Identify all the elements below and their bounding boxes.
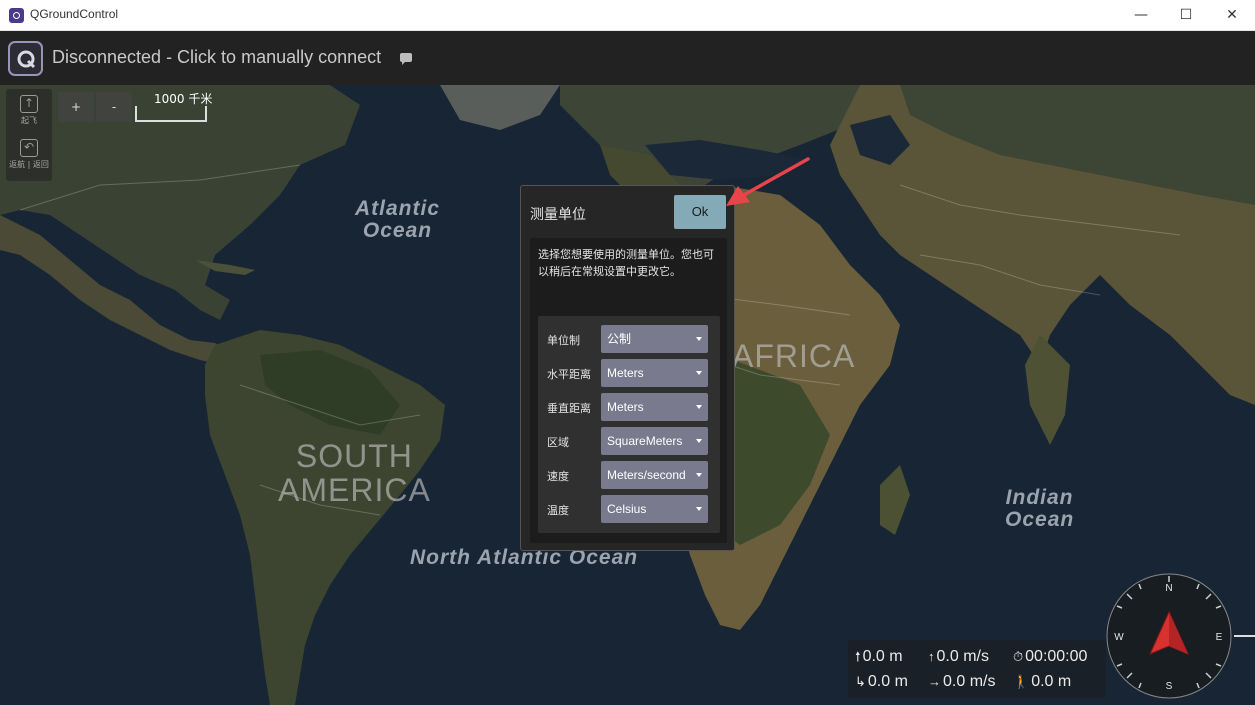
window-title: QGroundControl	[30, 7, 119, 21]
chevron-down-icon	[696, 439, 702, 443]
annotation-arrow-icon	[726, 157, 810, 206]
dialog-body: 选择您想要使用的测量单位。您也可以稍后在常规设置中更改它。 单位制 公制 水平距…	[530, 238, 727, 543]
horizontal-distance-select[interactable]: Meters	[601, 359, 708, 387]
close-button[interactable]: ✕	[1209, 0, 1255, 31]
map-scale-label: 1000 千米	[154, 92, 213, 106]
distance-readout: ↳ 0.0 m	[855, 673, 908, 690]
map-label-africa: AFRICA	[732, 338, 856, 374]
unit-label: 垂直距离	[547, 402, 591, 415]
unit-row-speed: 速度 Meters/second	[538, 460, 720, 490]
message-icon[interactable]	[400, 53, 412, 65]
unit-label: 速度	[547, 470, 569, 483]
unit-row-horizontal: 水平距离 Meters	[538, 358, 720, 388]
vertical-distance-select[interactable]: Meters	[601, 393, 708, 421]
dialog-title: 测量单位	[530, 207, 586, 223]
return-icon: ↶	[20, 139, 38, 157]
unit-label: 水平距离	[547, 368, 591, 381]
chevron-down-icon	[696, 473, 702, 477]
qgc-logo-icon[interactable]	[8, 41, 43, 76]
app-icon	[9, 8, 24, 23]
unit-row-vertical: 垂直距离 Meters	[538, 392, 720, 422]
unit-row-temperature: 温度 Celsius	[538, 494, 720, 524]
rtl-tool[interactable]: ↶ 返航 | 返回	[6, 139, 52, 170]
map-label-south-america: SOUTH AMERICA	[278, 438, 431, 508]
compass-e: E	[1216, 632, 1223, 643]
zoom-in-button[interactable]: +	[58, 92, 94, 122]
flight-time-readout: ⏱ 00:00:00	[1013, 648, 1088, 665]
rtl-label: 返航 | 返回	[9, 160, 49, 169]
takeoff-label: 起飞	[21, 116, 37, 125]
chevron-down-icon	[696, 337, 702, 341]
telemetry-panel: 🠕 0.0 m ↑ 0.0 m/s ⏱ 00:00:00 ↳ 0.0 m → 0.0 m/…	[848, 640, 1106, 698]
compass-w: W	[1114, 632, 1124, 643]
temperature-select[interactable]: Celsius	[601, 495, 708, 523]
unit-label: 温度	[547, 504, 569, 517]
minimize-button[interactable]: —	[1118, 0, 1164, 31]
window-titlebar: QGroundControl — ☐ ✕	[0, 0, 1255, 31]
ground-speed-icon: →	[928, 674, 941, 689]
units-dialog: 测量单位 Ok 选择您想要使用的测量单位。您也可以稍后在常规设置中更改它。 单位…	[520, 185, 735, 551]
unit-label: 单位制	[547, 334, 580, 347]
altitude-icon: 🠕	[855, 649, 861, 664]
map-label-indian: Indian Ocean	[1005, 486, 1075, 532]
distance-home-readout: 🚶 0.0 m	[1013, 673, 1072, 690]
timer-icon: ⏱	[1013, 649, 1024, 664]
vertical-speed-readout: ↑ 0.0 m/s	[928, 648, 989, 665]
main-toolbar: Disconnected - Click to manually connect	[0, 31, 1255, 85]
unit-row-area: 区域 SquareMeters	[538, 426, 720, 456]
zoom-out-button[interactable]: -	[96, 92, 132, 122]
compass-widget[interactable]: N E S W	[1105, 572, 1255, 700]
maximize-button[interactable]: ☐	[1163, 0, 1209, 31]
chevron-down-icon	[696, 405, 702, 409]
takeoff-icon: ↑	[20, 95, 38, 113]
map-scale-bar	[135, 106, 207, 122]
units-settings: 单位制 公制 水平距离 Meters 垂直距离 Meters 区域 Square…	[538, 316, 720, 533]
map-label-atlantic: Atlantic Ocean	[355, 197, 441, 243]
unit-label: 区域	[547, 436, 569, 449]
dialog-description: 选择您想要使用的测量单位。您也可以稍后在常规设置中更改它。	[538, 248, 714, 278]
takeoff-tool[interactable]: ↑ 起飞	[6, 95, 52, 126]
distance-icon: ↳	[855, 674, 866, 689]
flight-tool-strip: ↑ 起飞 ↶ 返航 | 返回	[6, 89, 52, 181]
speed-select[interactable]: Meters/second	[601, 461, 708, 489]
ok-button[interactable]: Ok	[674, 195, 726, 229]
area-select[interactable]: SquareMeters	[601, 427, 708, 455]
vertical-speed-icon: ↑	[928, 649, 935, 664]
compass-n: N	[1165, 583, 1172, 594]
compass-s: S	[1166, 681, 1173, 692]
chevron-down-icon	[696, 507, 702, 511]
altitude-readout: 🠕 0.0 m	[855, 648, 903, 665]
walker-icon: 🚶	[1013, 674, 1030, 689]
connection-status[interactable]: Disconnected - Click to manually connect	[52, 47, 381, 68]
ground-speed-readout: → 0.0 m/s	[928, 673, 996, 690]
chevron-down-icon	[696, 371, 702, 375]
unit-row-system: 单位制 公制	[538, 324, 720, 354]
unit-system-select[interactable]: 公制	[601, 325, 708, 353]
